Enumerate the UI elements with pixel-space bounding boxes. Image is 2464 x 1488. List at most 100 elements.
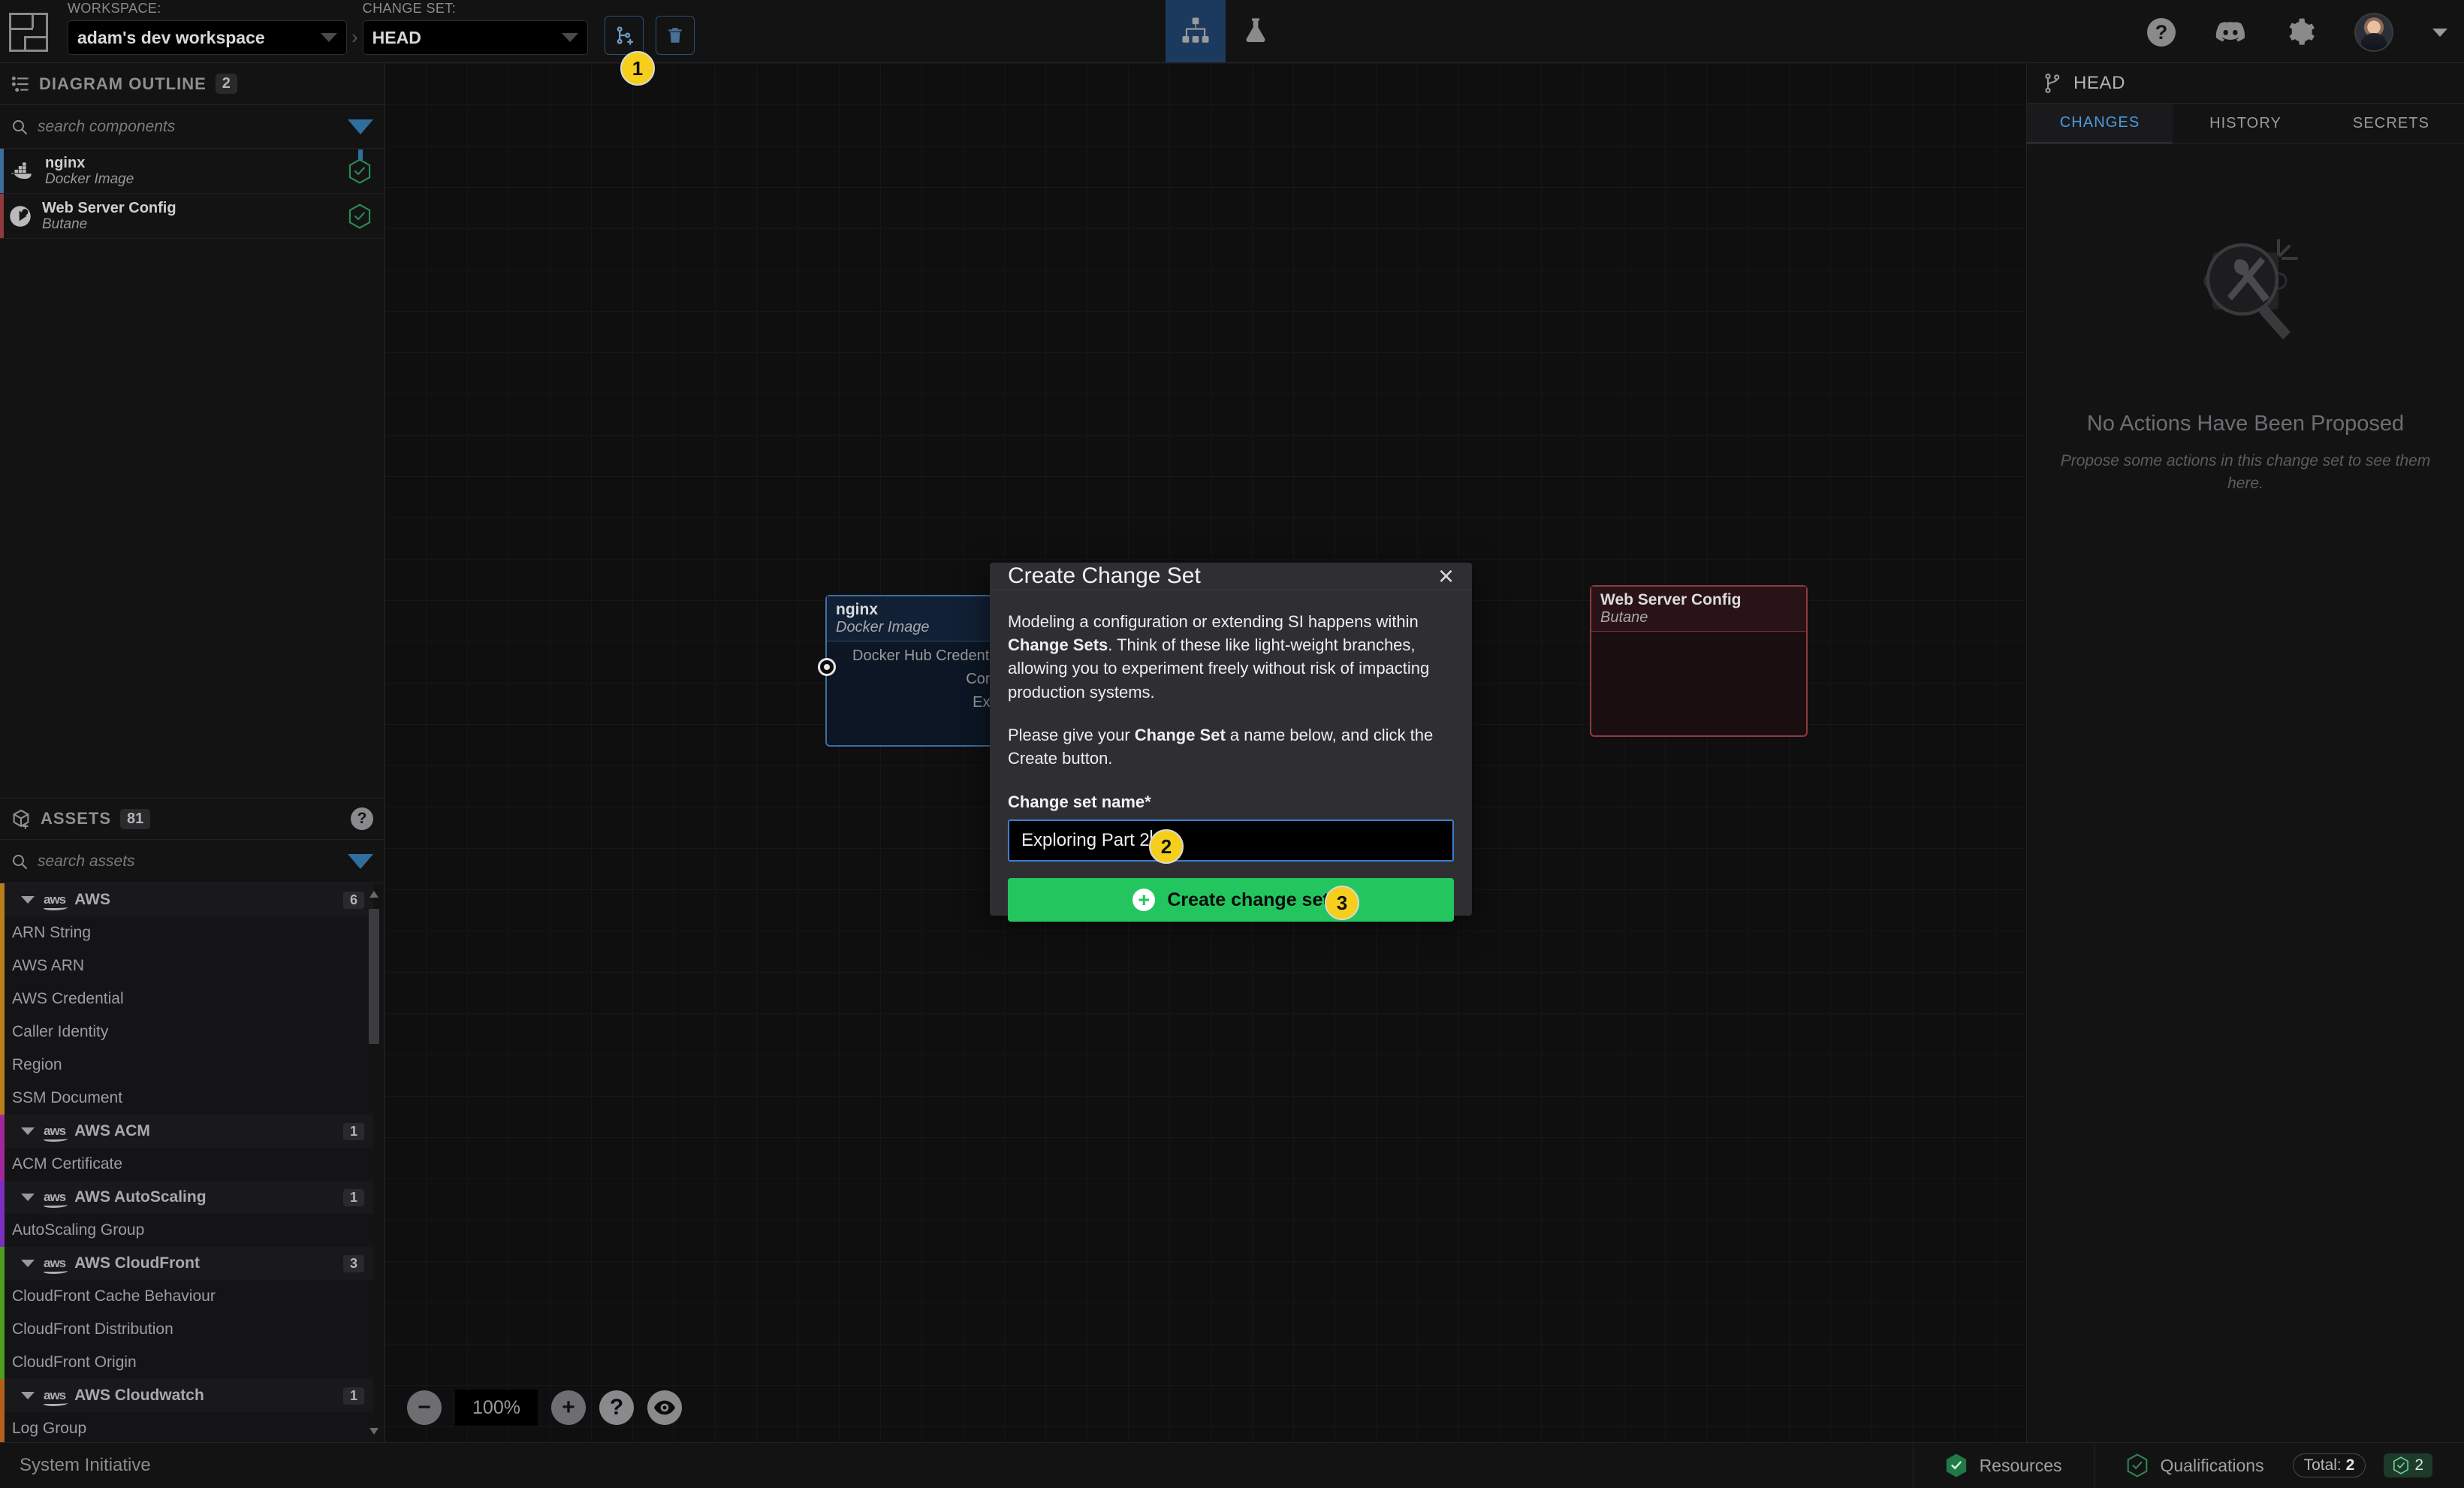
aws-icon: aws (44, 892, 68, 910)
asset-item-label: CloudFront Origin (12, 1354, 137, 1371)
chevron-down-icon[interactable] (21, 896, 35, 904)
asset-tree-item[interactable]: Log Group (0, 1412, 373, 1442)
diagram-view-tab[interactable] (1166, 0, 1226, 62)
hex-check-small-icon (2393, 1456, 2409, 1474)
lab-view-tab[interactable] (1226, 0, 1286, 62)
zoom-in-button[interactable]: + (551, 1390, 586, 1425)
scroll-up-arrow-icon[interactable] (369, 891, 378, 898)
asset-tree-item[interactable]: SSM Document (0, 1082, 373, 1115)
asset-group-header[interactable]: aws AWS Cloudwatch 1 (0, 1379, 373, 1412)
tab-history[interactable]: HISTORY (2173, 104, 2318, 143)
left-panel: DIAGRAM OUTLINE 2 nginx Docker Image (0, 63, 385, 1442)
change-set-name-input[interactable]: Exploring Part 2 (1008, 819, 1454, 862)
component-name: nginx (45, 154, 86, 171)
asset-item-accent (0, 1082, 5, 1115)
tab-secrets[interactable]: SECRETS (2318, 104, 2464, 143)
passed-value: 2 (2414, 1456, 2423, 1474)
search-assets-input[interactable] (38, 852, 339, 871)
input-socket-handle[interactable] (818, 658, 836, 677)
trash-icon (668, 28, 682, 43)
change-set-name-value: Exploring Part 2 (1021, 830, 1150, 851)
asset-tree-item[interactable]: CloudFront Cache Behaviour (0, 1280, 373, 1313)
asset-group-header[interactable]: aws AWS AutoScaling 1 (0, 1181, 373, 1214)
asset-item-label: AWS ARN (12, 957, 85, 974)
hierarchy-icon (1182, 17, 1209, 43)
zoom-level-value[interactable]: 100% (455, 1390, 538, 1426)
asset-group-accent (0, 1115, 5, 1148)
asset-item-accent (0, 1280, 5, 1313)
app-root: WORKSPACE: adam's dev workspace › CHANGE… (0, 0, 2464, 1488)
scrollbar-thumb[interactable] (369, 909, 379, 1044)
asset-group-header[interactable]: aws AWS CloudFront 3 (0, 1247, 373, 1280)
create-changeset-button[interactable] (604, 16, 644, 55)
visibility-toggle-button[interactable] (647, 1390, 682, 1425)
asset-group-header[interactable]: aws AWS ACM 1 (0, 1115, 373, 1148)
modal-p1-part-a: Modeling a configuration or extending SI… (1008, 612, 1419, 631)
modal-p1-bold: Change Sets (1008, 635, 1108, 655)
canvas-help-button[interactable]: ? (599, 1390, 634, 1425)
component-search-row (0, 105, 384, 160)
status-cluster: Resources Qualifications Total: 2 2 (1912, 1442, 2464, 1488)
workspace-select[interactable]: adam's dev workspace (68, 20, 347, 55)
canvas-controls: − 100% + ? (407, 1390, 682, 1426)
diagram-outline-title: DIAGRAM OUTLINE (39, 74, 207, 93)
assets-tree: aws AWS 6 ARN String AWS ARN AWS Credential Ca… (0, 883, 384, 1442)
close-icon[interactable]: × (1438, 563, 1454, 590)
changeset-value: HEAD (372, 27, 421, 47)
asset-tree-item[interactable]: ARN String (0, 916, 373, 949)
delete-changeset-button[interactable] (655, 16, 695, 55)
resources-status[interactable]: Resources (1912, 1442, 2094, 1488)
asset-group-header[interactable]: aws AWS 6 (0, 883, 373, 916)
asset-item-label: Log Group (12, 1420, 87, 1437)
qualifications-status[interactable]: Qualifications Total: 2 2 (2093, 1442, 2464, 1488)
chevron-down-icon[interactable] (21, 1194, 35, 1201)
asset-tree-item[interactable]: Caller Identity (0, 1016, 373, 1049)
bottom-status-bar: System Initiative Resources Qualificatio… (0, 1442, 2464, 1488)
help-icon[interactable]: ? (2147, 18, 2176, 47)
create-change-set-button[interactable]: + Create change set (1008, 878, 1454, 922)
canvas-node-web-server-config[interactable]: Web Server Config Butane (1590, 585, 1808, 737)
chevron-down-icon[interactable] (2432, 28, 2447, 37)
top-bar: WORKSPACE: adam's dev workspace › CHANGE… (0, 0, 2464, 86)
aws-icon: aws (44, 1388, 68, 1406)
app-logo[interactable] (9, 13, 48, 52)
avatar[interactable] (2354, 13, 2393, 52)
asset-tree-item[interactable]: CloudFront Distribution (0, 1313, 373, 1346)
diagram-outline-header: DIAGRAM OUTLINE 2 (0, 63, 384, 105)
assets-scrollbar[interactable] (366, 888, 382, 1438)
asset-item-label: AutoScaling Group (12, 1221, 145, 1239)
chevron-down-icon[interactable] (21, 1392, 35, 1399)
discord-icon[interactable] (2215, 20, 2246, 44)
aws-icon: aws (44, 1190, 68, 1208)
magnifier-tools-icon (2203, 239, 2298, 340)
qualifications-passed-pill: 2 (2384, 1453, 2432, 1477)
scroll-down-arrow-icon[interactable] (369, 1428, 378, 1435)
search-components-input[interactable] (38, 117, 339, 136)
asset-group-count: 1 (342, 1387, 364, 1405)
aws-icon: aws (44, 1124, 68, 1142)
changeset-select[interactable]: HEAD (362, 20, 588, 55)
assets-count: 81 (120, 808, 151, 829)
asset-item-label: SSM Document (12, 1089, 123, 1106)
branch-plus-icon (617, 26, 633, 45)
asset-item-accent (0, 1214, 5, 1247)
asset-tree-item[interactable]: AWS Credential (0, 982, 373, 1016)
zoom-out-button[interactable]: − (407, 1390, 442, 1425)
node-subtitle: Butane (1600, 609, 1648, 626)
assets-help-icon[interactable]: ? (351, 807, 373, 830)
list-item[interactable]: Web Server Config Butane (0, 194, 384, 239)
asset-group-accent (0, 883, 5, 916)
asset-tree-item[interactable]: ACM Certificate (0, 1148, 373, 1181)
chevron-down-icon[interactable] (21, 1260, 35, 1267)
gear-icon[interactable] (2285, 17, 2315, 47)
chevron-down-icon[interactable] (21, 1127, 35, 1135)
tab-changes[interactable]: CHANGES (2027, 104, 2173, 143)
asset-tree-item[interactable]: AWS ARN (0, 949, 373, 982)
right-panel: HEAD CHANGES HISTORY SECRETS No Actions … (2026, 63, 2464, 1442)
asset-tree-item[interactable]: AutoScaling Group (0, 1214, 373, 1247)
funnel-icon[interactable] (348, 853, 373, 895)
asset-tree-item[interactable]: CloudFront Origin (0, 1346, 373, 1379)
list-item[interactable]: nginx Docker Image (0, 149, 384, 194)
asset-tree-item[interactable]: Region (0, 1049, 373, 1082)
funnel-icon[interactable] (348, 119, 373, 160)
